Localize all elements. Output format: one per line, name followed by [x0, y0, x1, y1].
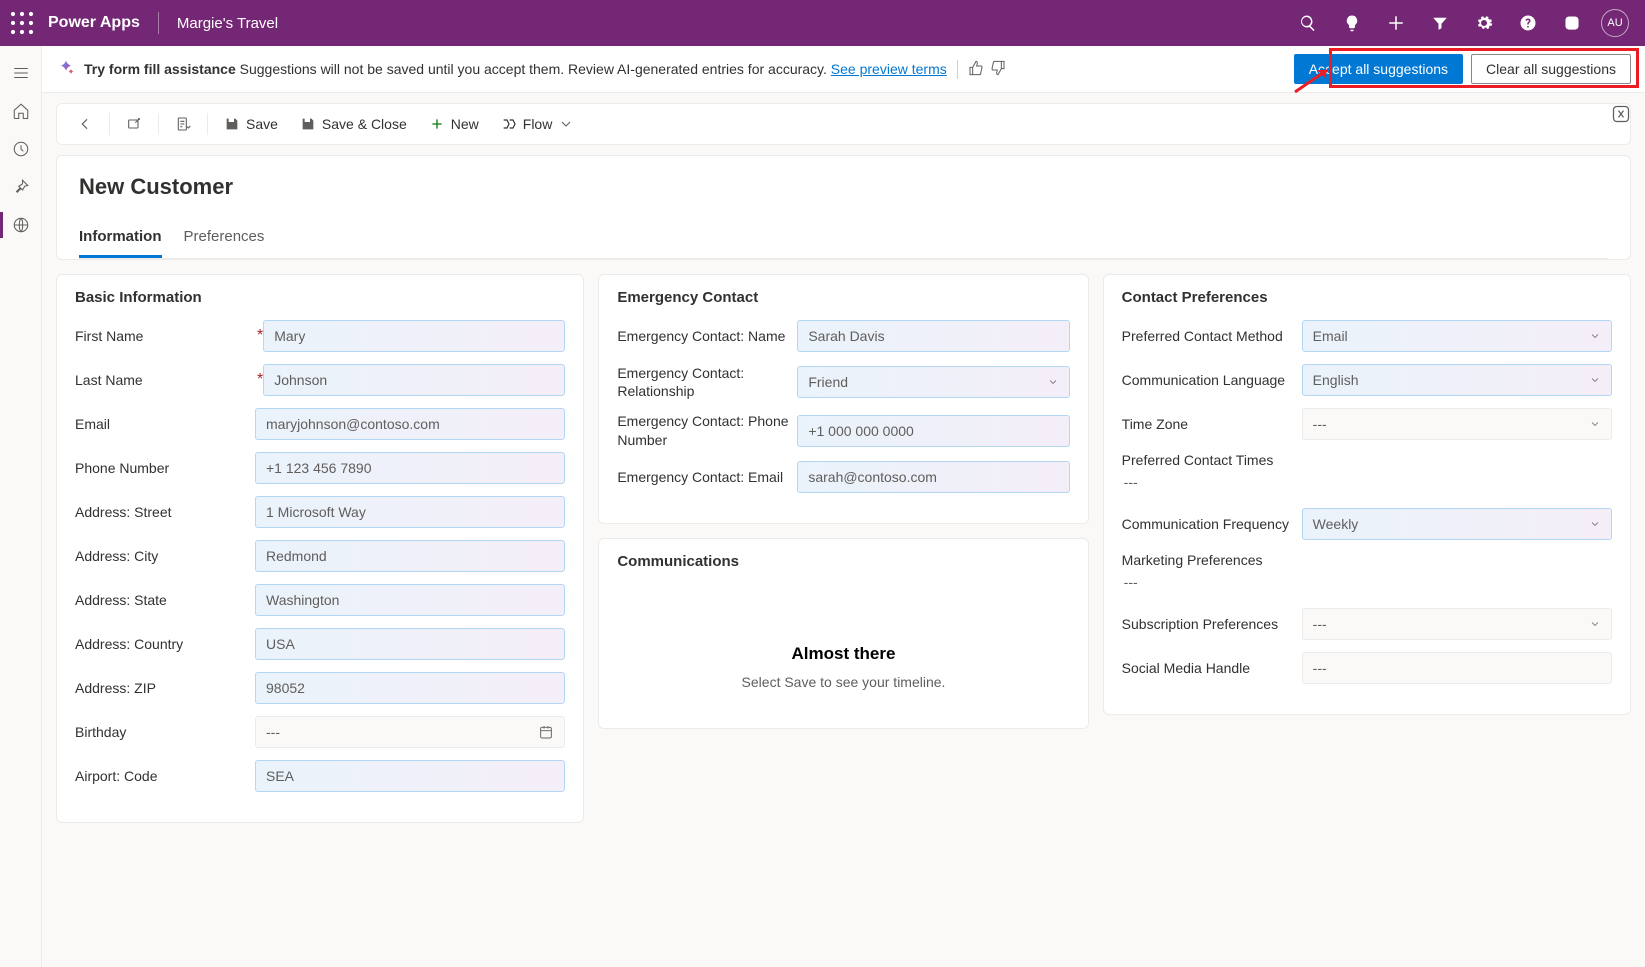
header-divider [158, 12, 159, 34]
state-input[interactable]: Washington [255, 584, 565, 616]
contact-times-value[interactable]: --- [1122, 474, 1138, 490]
chevron-down-icon [1589, 418, 1601, 430]
emergency-relationship-select[interactable]: Friend [797, 366, 1069, 398]
main-area: Try form fill assistance Suggestions wil… [42, 46, 1645, 967]
preview-terms-link[interactable]: See preview terms [831, 61, 947, 77]
new-button[interactable]: New [419, 110, 489, 138]
user-avatar[interactable]: AU [1601, 9, 1629, 37]
timeline-empty: Almost there Select Save to see your tim… [617, 584, 1069, 710]
flow-button[interactable]: Flow [491, 110, 585, 138]
page-title: New Customer [79, 174, 1608, 200]
shell: Try form fill assistance Suggestions wil… [0, 46, 1645, 967]
contact-method-select[interactable]: Email [1302, 320, 1612, 352]
phone-input[interactable]: +1 123 456 7890 [255, 452, 565, 484]
page-scroll[interactable]: New Customer Information Preferences Bas… [42, 155, 1645, 967]
emergency-heading: Emergency Contact [617, 289, 1069, 306]
copilot-header-icon[interactable] [1551, 0, 1593, 46]
chevron-down-icon [1047, 376, 1059, 388]
app-title: Power Apps [48, 14, 140, 32]
help-icon[interactable] [1507, 0, 1549, 46]
frequency-select[interactable]: Weekly [1302, 508, 1612, 540]
form-card: New Customer Information Preferences [56, 155, 1631, 260]
emergency-email-input[interactable]: sarah@contoso.com [797, 461, 1069, 493]
clear-all-button[interactable]: Clear all suggestions [1471, 54, 1631, 84]
open-new-window-button[interactable] [116, 110, 152, 138]
chevron-down-icon [1589, 618, 1601, 630]
filter-icon[interactable] [1419, 0, 1461, 46]
thumbs-down-icon[interactable] [990, 60, 1006, 79]
thumbs-up-icon[interactable] [968, 60, 984, 79]
form-columns: Basic Information First Name*Mary Last N… [56, 274, 1631, 823]
left-nav [0, 46, 42, 967]
copilot-side-button[interactable] [1605, 98, 1637, 130]
tab-preferences[interactable]: Preferences [184, 228, 265, 258]
nav-hamburger-icon[interactable] [0, 56, 42, 90]
form-tabs: Information Preferences [79, 228, 1608, 259]
ideas-icon[interactable] [1331, 0, 1373, 46]
chevron-down-icon [1589, 518, 1601, 530]
back-button[interactable] [67, 110, 103, 138]
language-select[interactable]: English [1302, 364, 1612, 396]
communications-heading: Communications [617, 553, 1069, 570]
command-bar: Save Save & Close New Flow [56, 103, 1631, 145]
emergency-panel: Emergency Contact Emergency Contact: Nam… [598, 274, 1088, 524]
communications-panel: Communications Almost there Select Save … [598, 538, 1088, 729]
app-launcher-icon[interactable] [10, 11, 34, 35]
add-icon[interactable] [1375, 0, 1417, 46]
environment-name[interactable]: Margie's Travel [177, 15, 278, 32]
zip-input[interactable]: 98052 [255, 672, 565, 704]
subscription-select[interactable]: --- [1302, 608, 1612, 640]
nav-entity-icon[interactable] [0, 208, 42, 242]
accept-all-button[interactable]: Accept all suggestions [1294, 54, 1463, 84]
last-name-input[interactable]: Johnson [263, 364, 565, 396]
nav-pin-icon[interactable] [0, 170, 42, 204]
save-button[interactable]: Save [214, 110, 288, 138]
first-name-input[interactable]: Mary [263, 320, 565, 352]
chevron-down-icon [1589, 374, 1601, 386]
timezone-select[interactable]: --- [1302, 408, 1612, 440]
copilot-icon [56, 59, 76, 79]
chevron-down-icon [1589, 330, 1601, 342]
social-input[interactable]: --- [1302, 652, 1612, 684]
settings-icon[interactable] [1463, 0, 1505, 46]
header-actions: AU [1287, 0, 1635, 46]
marketing-value[interactable]: --- [1122, 574, 1138, 590]
contact-prefs-heading: Contact Preferences [1122, 289, 1612, 306]
global-header: Power Apps Margie's Travel AU [0, 0, 1645, 46]
task-button[interactable] [165, 110, 201, 138]
tab-information[interactable]: Information [79, 228, 162, 258]
contact-prefs-panel: Contact Preferences Preferred Contact Me… [1103, 274, 1631, 715]
country-input[interactable]: USA [255, 628, 565, 660]
banner-actions: Accept all suggestions Clear all suggest… [1294, 54, 1631, 84]
calendar-icon [538, 724, 554, 740]
feedback-group [957, 60, 1006, 79]
basic-info-panel: Basic Information First Name*Mary Last N… [56, 274, 584, 823]
city-input[interactable]: Redmond [255, 540, 565, 572]
email-input[interactable]: maryjohnson@contoso.com [255, 408, 565, 440]
basic-info-heading: Basic Information [75, 289, 565, 306]
emergency-name-input[interactable]: Sarah Davis [797, 320, 1069, 352]
search-icon[interactable] [1287, 0, 1329, 46]
banner-text: Try form fill assistance Suggestions wil… [84, 61, 947, 77]
save-close-button[interactable]: Save & Close [290, 110, 417, 138]
nav-recent-icon[interactable] [0, 132, 42, 166]
suggestion-banner: Try form fill assistance Suggestions wil… [42, 46, 1645, 93]
airport-input[interactable]: SEA [255, 760, 565, 792]
birthday-input[interactable]: --- [255, 716, 565, 748]
emergency-phone-input[interactable]: +1 000 000 0000 [797, 415, 1069, 447]
nav-home-icon[interactable] [0, 94, 42, 128]
street-input[interactable]: 1 Microsoft Way [255, 496, 565, 528]
